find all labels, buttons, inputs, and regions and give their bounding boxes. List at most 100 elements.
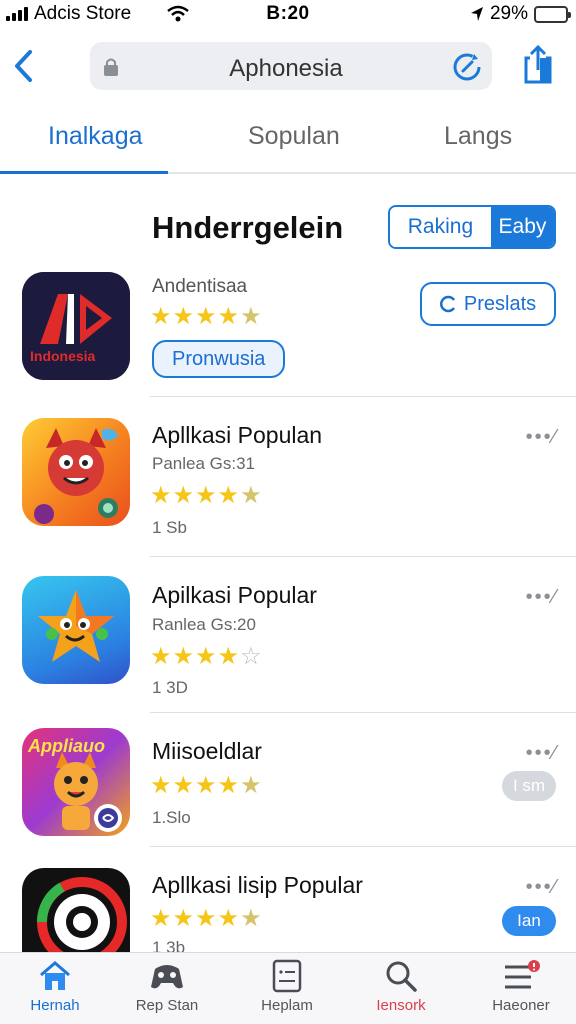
more-options-icon[interactable]: •••⁄ [526, 876, 558, 899]
tabbar-label: Haeoner [492, 997, 550, 1014]
app-logo-text: Indonesia [30, 348, 96, 364]
app-name: Andentisaa [152, 276, 248, 297]
section-title: Hnderrgelein [152, 210, 344, 245]
star-full-icon: ★ [150, 482, 172, 509]
star-half-icon: ★ [240, 482, 262, 509]
divider [150, 846, 576, 847]
app-name: Apllkasi lisip Popular [152, 872, 363, 898]
app-icon[interactable] [22, 868, 130, 954]
star-full-icon: ★ [172, 772, 195, 799]
camera-ring-icon [36, 877, 127, 954]
install-button[interactable]: I sm [502, 771, 556, 801]
star-full-icon: ★ [150, 772, 172, 799]
divider [150, 556, 576, 557]
app-subtitle: Ranlea Gs:20 [152, 615, 256, 634]
tabbar-home[interactable]: Hernah [0, 959, 110, 1014]
star-full-icon: ★ [195, 905, 217, 932]
star-half-icon: ★ [240, 772, 262, 799]
more-options-icon[interactable]: •••⁄ [526, 742, 558, 765]
star-full-icon: ★ [150, 905, 172, 932]
game-controller-icon [151, 965, 183, 989]
battery-percent: 29% [489, 3, 528, 24]
star-rating: ★ ★ ★ ★ ★ [150, 907, 262, 931]
tabbar-apps[interactable]: Heplam [232, 959, 342, 1014]
refresh-icon [439, 295, 455, 313]
install-button[interactable]: Ian [502, 906, 556, 936]
tabbar-label: Rep Stan [135, 997, 199, 1014]
app-icon[interactable]: Appliauo [22, 728, 130, 836]
document-icon [272, 959, 302, 993]
more-options-icon[interactable]: •••⁄ [526, 426, 558, 449]
presets-button[interactable]: Preslats [420, 282, 556, 326]
star-full-icon: ★ [217, 772, 240, 799]
tabbar-updates[interactable]: Haeoner [466, 959, 576, 1014]
tabbar-label: Hernah [30, 997, 80, 1014]
star-full-icon: ★ [195, 643, 217, 670]
tab-langs[interactable]: Langs [444, 122, 512, 151]
category-tabs: Inalkaga Sopulan Langs [0, 110, 576, 174]
star-full-icon: ★ [217, 905, 240, 932]
star-rating: ★ ★ ★ ★ ☆ [150, 645, 262, 669]
url-text: Aphonesia [229, 55, 343, 82]
star-half-icon: ★ [240, 905, 262, 932]
app-name: Apilkasi Popular [152, 582, 317, 608]
star-mascot-icon [38, 590, 114, 662]
star-full-icon: ★ [150, 643, 172, 670]
refresh-icon[interactable] [450, 50, 484, 84]
star-full-icon: ★ [217, 303, 240, 330]
star-full-icon: ★ [217, 482, 240, 509]
cartoon-devil-icon [34, 428, 118, 524]
star-full-icon: ★ [195, 772, 217, 799]
menu-icon [505, 960, 540, 989]
star-full-icon: ★ [150, 303, 172, 330]
star-full-icon: ★ [195, 303, 217, 330]
navigation-bar: Aphonesia [0, 38, 576, 96]
ranking-segmented-control: Raking Eaby [388, 205, 556, 249]
app-icon[interactable] [22, 418, 130, 526]
segment-raking[interactable]: Raking [390, 207, 491, 247]
app-name: Miisoeldlar [152, 738, 262, 764]
download-count: 1.Slo [152, 808, 191, 827]
chevron-left-icon[interactable] [8, 46, 38, 86]
divider [150, 712, 576, 713]
download-count: 1 Sb [152, 518, 187, 537]
presets-label: Preslats [463, 292, 537, 315]
tab-inalkaga[interactable]: Inalkaga [48, 122, 143, 151]
star-full-icon: ★ [172, 482, 195, 509]
star-full-icon: ★ [172, 905, 195, 932]
divider [150, 396, 576, 397]
app-icon[interactable] [22, 576, 130, 684]
star-full-icon: ★ [172, 643, 195, 670]
search-icon [386, 961, 417, 992]
app-logo-text: Appliauo [28, 736, 105, 756]
star-full-icon: ★ [217, 643, 240, 670]
category-tag[interactable]: Pronwusia [152, 340, 286, 378]
star-rating: ★ ★ ★ ★ ★ [150, 484, 262, 508]
download-count: 1 3b [152, 938, 186, 952]
tabbar-games[interactable]: Rep Stan [112, 959, 222, 1014]
star-empty-icon: ☆ [240, 643, 262, 670]
segment-eaby[interactable]: Eaby [490, 207, 554, 247]
active-tab-indicator [0, 171, 168, 174]
share-icon[interactable] [522, 44, 556, 86]
home-icon [40, 961, 70, 990]
star-rating: ★ ★ ★ ★ ★ [150, 305, 262, 329]
location-icon [470, 7, 483, 21]
star-full-icon: ★ [195, 482, 217, 509]
star-full-icon: ★ [172, 303, 195, 330]
tabbar-label: Iensork [376, 997, 426, 1014]
app-name: Apllkasi Populan [152, 422, 323, 448]
lock-icon [104, 58, 118, 76]
status-bar: Adcis Store B:20 29% [0, 0, 576, 28]
app-icon[interactable]: Indonesia [22, 272, 130, 380]
tab-sopulan[interactable]: Sopulan [248, 122, 340, 151]
star-rating: ★ ★ ★ ★ ★ [150, 774, 262, 798]
download-count: 1 3D [152, 678, 188, 697]
address-bar[interactable]: Aphonesia [90, 42, 492, 90]
star-half-icon: ★ [240, 303, 262, 330]
bottom-tab-bar: Hernah Rep Stan Heplam Iensork Haeoner [0, 952, 576, 1024]
more-options-icon[interactable]: •••⁄ [526, 586, 558, 609]
tabbar-search[interactable]: Iensork [346, 959, 456, 1014]
tabbar-label: Heplam [261, 997, 313, 1014]
battery-icon [534, 5, 571, 23]
